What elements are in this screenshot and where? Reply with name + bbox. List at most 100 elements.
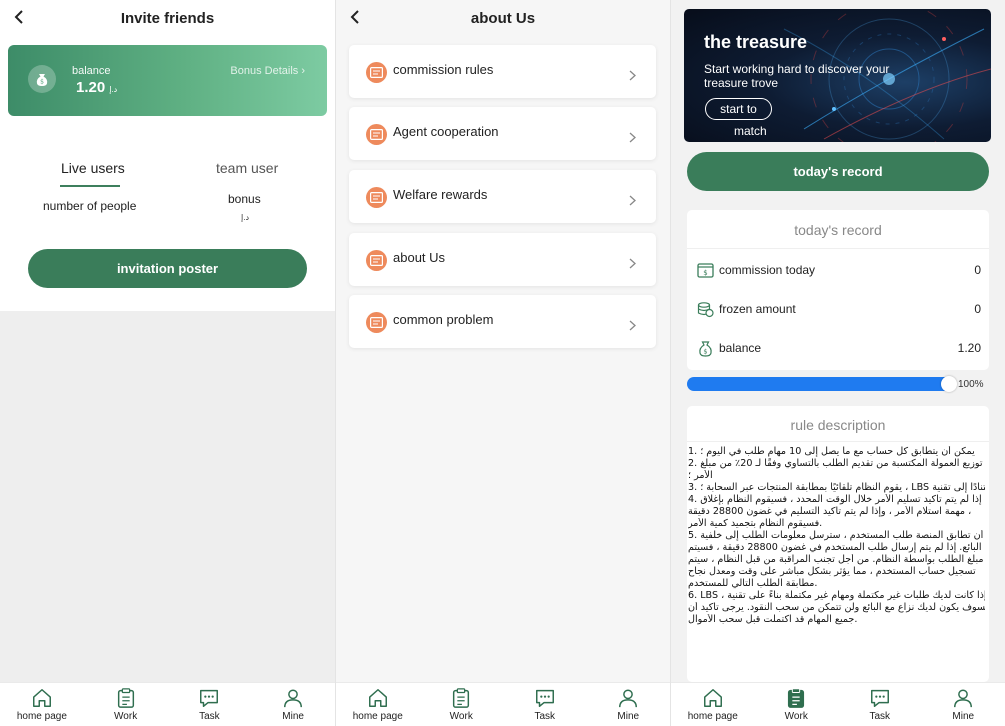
home-icon: [703, 689, 722, 707]
rule-line: مهمة استلام الأمر ، وإذا لم يتم تأكيد ال…: [688, 506, 972, 517]
nav-task[interactable]: Task: [503, 683, 587, 726]
rule-line: تسجيل حساب المستخدم ، مما يؤثر بشكل مباش…: [688, 566, 976, 577]
chevron-right-icon: ›: [301, 65, 305, 77]
menu-item-agent-cooperation[interactable]: Agent cooperation: [349, 107, 656, 160]
nav-mine[interactable]: Mine: [251, 683, 335, 726]
currency-symbol: د.إ: [109, 85, 118, 94]
page-title: Invite friends: [120, 9, 215, 27]
rule-line: 3. يقوم النظام تلقائيًا بمطابقة المنتجات…: [688, 482, 985, 493]
nav-work[interactable]: Work: [84, 683, 168, 726]
active-tab-indicator: [60, 185, 120, 187]
menu-item-commission-rules[interactable]: commission rules: [349, 45, 656, 98]
chat-icon: [200, 689, 219, 707]
chevron-right-icon: [629, 318, 636, 336]
nav-home-label: home page: [16, 711, 67, 722]
svg-text:$: $: [703, 269, 707, 277]
document-icon: [366, 124, 387, 145]
progress-knob[interactable]: [941, 376, 957, 392]
number-of-people-label: number of people: [43, 199, 137, 213]
balance-label: balance: [72, 65, 111, 77]
record-row-commission: $ commission today 0: [697, 260, 981, 280]
rule-line: البائع. إذا لم يتم إرسال طلب المستخدم في…: [688, 542, 982, 553]
page-title: about Us: [470, 9, 536, 27]
document-icon: [366, 250, 387, 271]
nav-task[interactable]: Task: [168, 683, 252, 726]
menu-item-label: Agent cooperation: [393, 124, 499, 139]
todays-record-button[interactable]: today's record: [687, 152, 989, 191]
document-icon: [366, 62, 387, 83]
document-icon: [366, 312, 387, 333]
nav-task[interactable]: Task: [838, 683, 922, 726]
clipboard-icon: [117, 688, 134, 708]
document-icon: [366, 187, 387, 208]
bonus-label: bonus: [228, 192, 261, 206]
record-label: frozen amount: [719, 302, 796, 316]
chevron-right-icon: [629, 193, 636, 211]
nav-home-label: home page: [687, 711, 738, 722]
money-bag-icon: $: [28, 65, 56, 93]
bonus-details-link[interactable]: Bonus Details ›: [230, 65, 305, 77]
divider: [687, 248, 989, 249]
treasure-banner: the treasure Start working hard to disco…: [684, 9, 991, 142]
person-icon: [619, 689, 638, 708]
clipboard-icon: [788, 688, 805, 708]
record-value: 0: [974, 302, 981, 316]
back-arrow-icon[interactable]: [344, 6, 366, 28]
banner-title: the treasure: [704, 32, 808, 52]
nav-home[interactable]: home page: [336, 683, 420, 726]
chat-icon: [535, 689, 554, 707]
invitation-poster-button[interactable]: invitation poster: [28, 249, 307, 288]
work-screen: the treasure Start working hard to disco…: [671, 0, 1005, 726]
menu-item-welfare-rewards[interactable]: Welfare rewards: [349, 170, 656, 223]
tab-team-user[interactable]: team user: [216, 160, 278, 176]
chevron-right-icon: [629, 68, 636, 86]
about-us-screen: about Us commission rules Agent cooperat…: [336, 0, 670, 726]
rule-line: 2. يتم توزيع العمولة المكتسبة من تقديم ا…: [688, 458, 985, 469]
person-icon: [954, 689, 973, 708]
rule-line: فسوف يكون لديك نزاع مع البائع ولن تتمكن …: [688, 602, 985, 613]
nav-work-label: Work: [784, 711, 808, 722]
start-match-button[interactable]: start to: [705, 98, 772, 120]
nav-home-label: home page: [352, 711, 403, 722]
nav-mine[interactable]: Mine: [587, 683, 671, 726]
rule-line: الأمر ؛: [688, 470, 713, 481]
nav-work-label: Work: [114, 711, 138, 722]
invite-header: Invite friends: [0, 0, 335, 36]
nav-task-label: Task: [534, 711, 556, 722]
menu-item-common-problem[interactable]: common problem: [349, 295, 656, 348]
bonus-details-label: Bonus Details: [230, 65, 299, 77]
home-icon: [368, 689, 387, 707]
rule-line: 5. بعد أن تطابق المنصة طلب المستخدم ، ست…: [688, 530, 985, 541]
tab-live-users[interactable]: Live users: [61, 160, 125, 176]
banner-subtitle: Start working hard to discover your trea…: [704, 62, 890, 90]
record-label: balance: [719, 341, 762, 355]
record-row-frozen: frozen amount 0: [697, 299, 981, 319]
svg-text:$: $: [40, 79, 44, 86]
menu-item-about-us[interactable]: about Us: [349, 233, 656, 286]
rule-card-title: rule description: [790, 417, 886, 433]
nav-work[interactable]: Work: [755, 683, 839, 726]
record-label: commission today: [719, 263, 816, 277]
progress-bar[interactable]: [687, 376, 957, 392]
invite-content: Invite friends $ balance 1.20 د.إ Bonus D…: [0, 0, 335, 311]
record-value: 1.20: [957, 341, 981, 355]
record-row-balance: $ balance 1.20: [697, 338, 981, 358]
nav-mine-label: Mine: [282, 711, 304, 722]
nav-mine-label: Mine: [952, 711, 975, 722]
nav-mine[interactable]: Mine: [922, 683, 1005, 726]
chat-icon: [870, 689, 889, 707]
nav-work-label: Work: [449, 711, 473, 722]
rule-text: 1. يمكن أن يتطابق كل حساب مع ما يصل إلى …: [687, 446, 985, 626]
rule-line: مطابقة الطلب التالي للمستخدم.: [688, 578, 818, 589]
clipboard-icon: [453, 688, 470, 708]
rule-line: تجميد مبلغ الطلب بواسطة النظام. من أجل ت…: [688, 554, 985, 565]
nav-work[interactable]: Work: [420, 683, 504, 726]
menu-item-label: common problem: [393, 312, 494, 327]
back-arrow-icon[interactable]: [8, 6, 30, 28]
nav-home[interactable]: home page: [671, 683, 755, 726]
record-value: 0: [974, 263, 981, 277]
money-note-icon: $: [697, 262, 714, 278]
menu-item-label: commission rules: [393, 62, 494, 77]
progress-percent: 100%: [958, 379, 984, 390]
nav-home[interactable]: home page: [0, 683, 84, 726]
